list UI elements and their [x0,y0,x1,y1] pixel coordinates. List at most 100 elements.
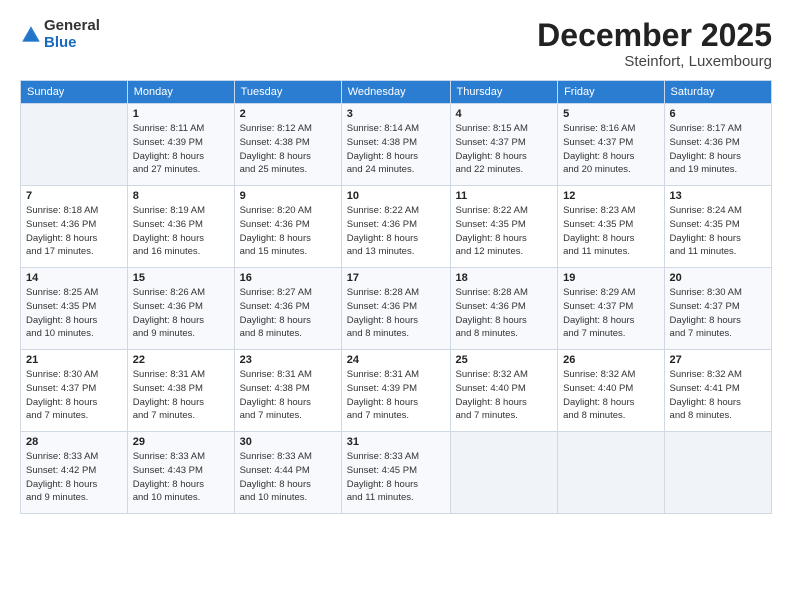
header-saturday: Saturday [664,81,771,104]
calendar-table: Sunday Monday Tuesday Wednesday Thursday… [20,80,772,514]
day-number: 9 [240,190,336,202]
day-info: Sunrise: 8:15 AMSunset: 4:37 PMDaylight:… [456,122,553,177]
table-row: 2 Sunrise: 8:12 AMSunset: 4:38 PMDaylight… [234,104,341,186]
table-row: 30 Sunrise: 8:33 AMSunset: 4:44 PMDayligh… [234,432,341,514]
day-number: 25 [456,354,553,366]
header-friday: Friday [558,81,664,104]
table-row: 31 Sunrise: 8:33 AMSunset: 4:45 PMDayligh… [341,432,450,514]
logo-icon [20,24,42,46]
day-number: 23 [240,354,336,366]
day-info: Sunrise: 8:32 AMSunset: 4:41 PMDaylight:… [670,368,766,423]
table-row: 25 Sunrise: 8:32 AMSunset: 4:40 PMDayligh… [450,350,558,432]
table-row: 28 Sunrise: 8:33 AMSunset: 4:42 PMDayligh… [21,432,128,514]
logo-text: General Blue [44,18,100,51]
day-info: Sunrise: 8:32 AMSunset: 4:40 PMDaylight:… [563,368,658,423]
calendar-week-row: 21Sunrise: 8:30 AMSunset: 4:37 PMDayligh… [21,350,772,432]
day-info: Sunrise: 8:16 AMSunset: 4:37 PMDaylight:… [563,122,658,177]
table-row [450,432,558,514]
day-number: 11 [456,190,553,202]
header: General Blue December 2025 Steinfort, Lu… [20,18,772,70]
header-wednesday: Wednesday [341,81,450,104]
day-info: Sunrise: 8:27 AMSunset: 4:36 PMDaylight:… [240,286,336,341]
table-row: 16Sunrise: 8:27 AMSunset: 4:36 PMDayligh… [234,268,341,350]
header-monday: Monday [127,81,234,104]
table-row: 20Sunrise: 8:30 AMSunset: 4:37 PMDayligh… [664,268,771,350]
table-row: 6Sunrise: 8:17 AMSunset: 4:36 PMDaylight… [664,104,771,186]
table-row: 23 Sunrise: 8:31 AMSunset: 4:38 PMDayligh… [234,350,341,432]
table-row: 21Sunrise: 8:30 AMSunset: 4:37 PMDayligh… [21,350,128,432]
table-row: 14Sunrise: 8:25 AMSunset: 4:35 PMDayligh… [21,268,128,350]
day-info: Sunrise: 8:33 AMSunset: 4:45 PMDaylight:… [347,450,445,505]
table-row: 4 Sunrise: 8:15 AMSunset: 4:37 PMDaylight… [450,104,558,186]
header-thursday: Thursday [450,81,558,104]
day-number: 1 [133,108,229,120]
day-number: 31 [347,436,445,448]
day-info: Sunrise: 8:23 AMSunset: 4:35 PMDaylight:… [563,204,658,259]
day-info: Sunrise: 8:22 AMSunset: 4:36 PMDaylight:… [347,204,445,259]
table-row: 8 Sunrise: 8:19 AMSunset: 4:36 PMDaylight… [127,186,234,268]
day-info: Sunrise: 8:30 AMSunset: 4:37 PMDaylight:… [26,368,122,423]
table-row: 24 Sunrise: 8:31 AMSunset: 4:39 PMDayligh… [341,350,450,432]
table-row: 7 Sunrise: 8:18 AMSunset: 4:36 PMDaylight… [21,186,128,268]
day-info: Sunrise: 8:20 AMSunset: 4:36 PMDaylight:… [240,204,336,259]
day-info: Sunrise: 8:31 AMSunset: 4:38 PMDaylight:… [240,368,336,423]
day-info: Sunrise: 8:12 AMSunset: 4:38 PMDaylight:… [240,122,336,177]
day-number: 4 [456,108,553,120]
month-title: December 2025 [537,18,772,53]
day-info: Sunrise: 8:33 AMSunset: 4:43 PMDaylight:… [133,450,229,505]
day-info: Sunrise: 8:17 AMSunset: 4:36 PMDaylight:… [670,122,766,177]
day-number: 13 [670,190,766,202]
table-row: 13 Sunrise: 8:24 AMSunset: 4:35 PMDayligh… [664,186,771,268]
day-info: Sunrise: 8:33 AMSunset: 4:42 PMDaylight:… [26,450,122,505]
day-number: 8 [133,190,229,202]
day-number: 5 [563,108,658,120]
day-number: 12 [563,190,658,202]
table-row: 29 Sunrise: 8:33 AMSunset: 4:43 PMDayligh… [127,432,234,514]
calendar-week-row: 14Sunrise: 8:25 AMSunset: 4:35 PMDayligh… [21,268,772,350]
logo-general: General [44,18,100,35]
table-row: 3Sunrise: 8:14 AMSunset: 4:38 PMDaylight… [341,104,450,186]
title-block: December 2025 Steinfort, Luxembourg [537,18,772,70]
day-info: Sunrise: 8:28 AMSunset: 4:36 PMDaylight:… [347,286,445,341]
day-info: Sunrise: 8:31 AMSunset: 4:38 PMDaylight:… [133,368,229,423]
table-row [21,104,128,186]
day-info: Sunrise: 8:33 AMSunset: 4:44 PMDaylight:… [240,450,336,505]
day-info: Sunrise: 8:24 AMSunset: 4:35 PMDaylight:… [670,204,766,259]
location: Steinfort, Luxembourg [537,53,772,70]
day-number: 20 [670,272,766,284]
table-row: 19Sunrise: 8:29 AMSunset: 4:37 PMDayligh… [558,268,664,350]
day-number: 24 [347,354,445,366]
day-number: 2 [240,108,336,120]
table-row: 18 Sunrise: 8:28 AMSunset: 4:36 PMDayligh… [450,268,558,350]
calendar-week-row: 1 Sunrise: 8:11 AMSunset: 4:39 PMDaylight… [21,104,772,186]
calendar-week-row: 7 Sunrise: 8:18 AMSunset: 4:36 PMDaylight… [21,186,772,268]
day-number: 26 [563,354,658,366]
day-info: Sunrise: 8:19 AMSunset: 4:36 PMDaylight:… [133,204,229,259]
day-info: Sunrise: 8:11 AMSunset: 4:39 PMDaylight:… [133,122,229,177]
table-row: 26 Sunrise: 8:32 AMSunset: 4:40 PMDayligh… [558,350,664,432]
table-row: 27 Sunrise: 8:32 AMSunset: 4:41 PMDayligh… [664,350,771,432]
header-tuesday: Tuesday [234,81,341,104]
table-row: 5 Sunrise: 8:16 AMSunset: 4:37 PMDaylight… [558,104,664,186]
day-info: Sunrise: 8:18 AMSunset: 4:36 PMDaylight:… [26,204,122,259]
calendar-week-row: 28 Sunrise: 8:33 AMSunset: 4:42 PMDayligh… [21,432,772,514]
table-row [558,432,664,514]
day-number: 17 [347,272,445,284]
day-number: 18 [456,272,553,284]
day-info: Sunrise: 8:29 AMSunset: 4:37 PMDaylight:… [563,286,658,341]
day-number: 7 [26,190,122,202]
day-info: Sunrise: 8:22 AMSunset: 4:35 PMDaylight:… [456,204,553,259]
header-sunday: Sunday [21,81,128,104]
day-info: Sunrise: 8:31 AMSunset: 4:39 PMDaylight:… [347,368,445,423]
page: General Blue December 2025 Steinfort, Lu… [0,0,792,612]
day-number: 27 [670,354,766,366]
day-info: Sunrise: 8:28 AMSunset: 4:36 PMDaylight:… [456,286,553,341]
table-row: 15Sunrise: 8:26 AMSunset: 4:36 PMDayligh… [127,268,234,350]
day-info: Sunrise: 8:32 AMSunset: 4:40 PMDaylight:… [456,368,553,423]
table-row: 12 Sunrise: 8:23 AMSunset: 4:35 PMDayligh… [558,186,664,268]
table-row: 17 Sunrise: 8:28 AMSunset: 4:36 PMDayligh… [341,268,450,350]
day-info: Sunrise: 8:26 AMSunset: 4:36 PMDaylight:… [133,286,229,341]
day-number: 28 [26,436,122,448]
day-number: 30 [240,436,336,448]
day-number: 29 [133,436,229,448]
